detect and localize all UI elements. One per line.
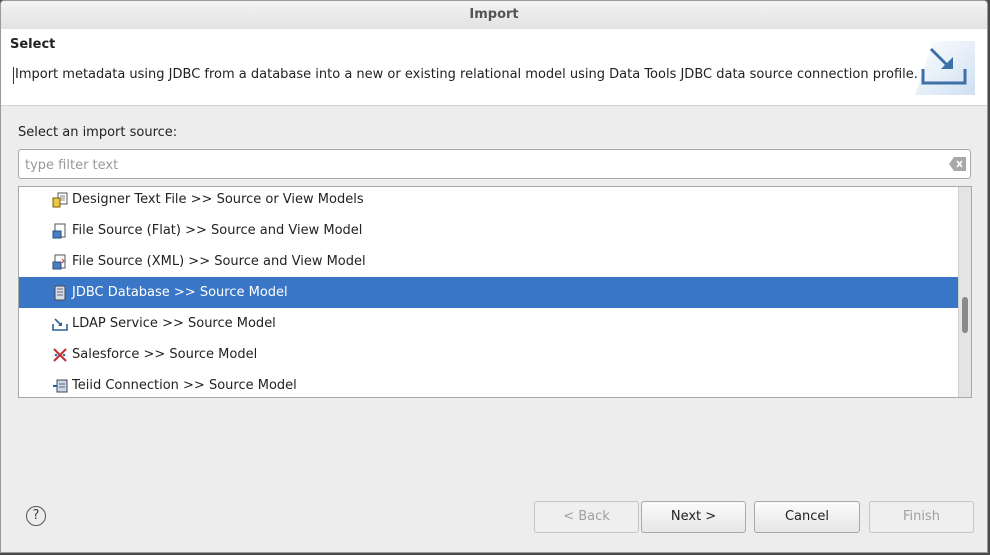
list-item-label: File Source (Flat) >> Source and View Mo…: [72, 223, 363, 238]
ldap-icon: [52, 318, 68, 331]
wizard-header: Select Import metadata using JDBC from a…: [1, 29, 987, 106]
list-item-label: Teiid Connection >> Source Model: [72, 378, 297, 393]
import-dialog: Import Select Import metadata using JDBC…: [0, 0, 988, 553]
next-button[interactable]: Next >: [641, 501, 746, 533]
help-button[interactable]: ?: [26, 506, 46, 526]
scrollbar-thumb[interactable]: [962, 297, 968, 333]
import-source-label: Select an import source:: [18, 125, 178, 140]
filter-input[interactable]: [23, 153, 947, 177]
back-button[interactable]: < Back: [534, 501, 639, 533]
list-item-label: File Source (XML) >> Source and View Mod…: [72, 254, 366, 269]
list-item[interactable]: Salesforce >> Source Model: [19, 339, 958, 370]
list-item[interactable]: Designer Text File >> Source or View Mod…: [19, 187, 958, 215]
list-item-label: Designer Text File >> Source or View Mod…: [72, 192, 364, 207]
text-file-icon: [52, 192, 68, 208]
clear-filter-icon[interactable]: [949, 157, 966, 171]
list-item[interactable]: File Source (Flat) >> Source and View Mo…: [19, 215, 958, 246]
list-item[interactable]: Teiid Connection >> Source Model: [19, 370, 958, 397]
salesforce-icon: [53, 348, 67, 362]
list-item-label: LDAP Service >> Source Model: [72, 316, 276, 331]
filter-box: [18, 149, 971, 179]
flat-file-icon: [52, 223, 66, 239]
import-source-list[interactable]: Designer Text File >> Source or View Mod…: [18, 186, 972, 398]
import-wizard-icon: [915, 41, 975, 95]
cancel-button[interactable]: Cancel: [754, 501, 860, 533]
list-item-label: Salesforce >> Source Model: [72, 347, 258, 362]
page-description: Import metadata using JDBC from a databa…: [15, 67, 918, 82]
text-caret: [13, 67, 14, 84]
list-item[interactable]: LDAP Service >> Source Model: [19, 308, 958, 339]
list-item-label: JDBC Database >> Source Model: [72, 285, 288, 300]
finish-button[interactable]: Finish: [869, 501, 974, 533]
teiid-icon: [53, 379, 68, 393]
page-title: Select: [10, 37, 56, 52]
dialog-title[interactable]: Import: [1, 1, 987, 30]
database-icon: [54, 285, 66, 301]
list-item[interactable]: File Source (XML) >> Source and View Mod…: [19, 246, 958, 277]
xml-file-icon: [52, 254, 66, 270]
list-scrollbar[interactable]: [958, 187, 971, 397]
list-item-selected[interactable]: JDBC Database >> Source Model: [19, 277, 958, 308]
